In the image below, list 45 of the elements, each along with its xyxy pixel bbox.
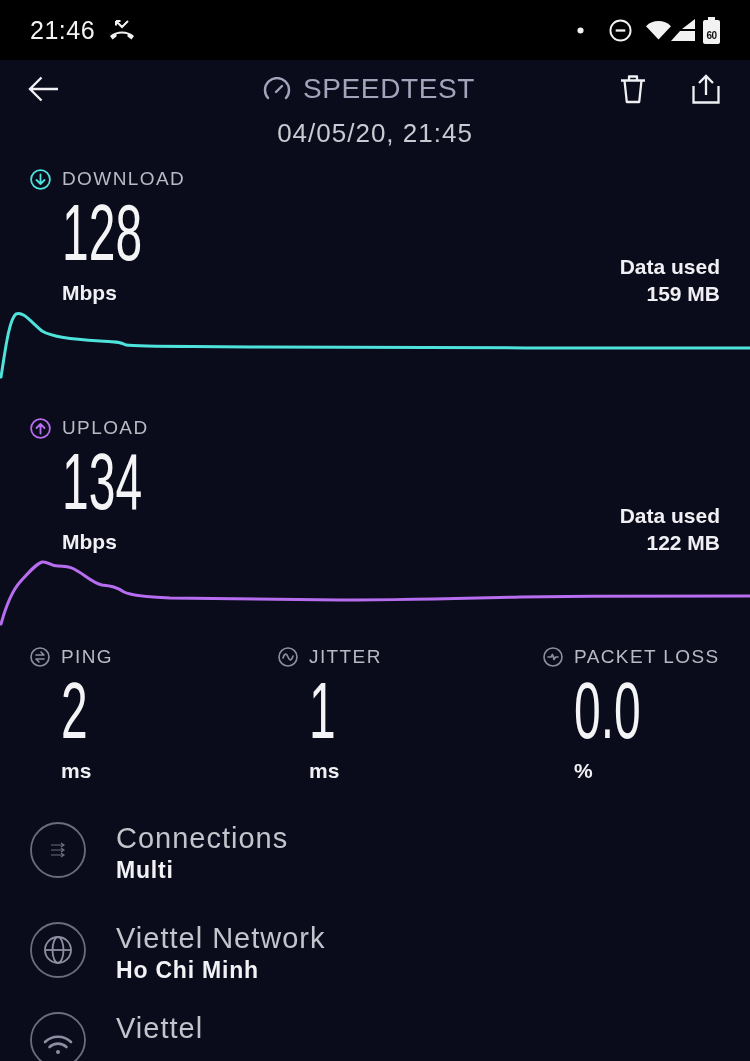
gauge-icon bbox=[263, 77, 292, 101]
back-arrow-icon bbox=[28, 76, 59, 102]
app-title: SPEEDTEST bbox=[303, 73, 475, 105]
swap-arrows-icon bbox=[30, 647, 50, 667]
speed-unit: Mbps bbox=[62, 280, 117, 306]
result-label: UPLOAD bbox=[62, 416, 149, 440]
detail-value: Multi bbox=[116, 856, 174, 885]
data-used-label: Data used bbox=[619, 503, 720, 529]
metric-label: JITTER bbox=[309, 645, 382, 669]
speed-value: 134 bbox=[62, 450, 143, 514]
speed-unit: Mbps bbox=[62, 529, 117, 555]
detail-title: Viettel Network bbox=[116, 921, 326, 955]
trash-icon bbox=[620, 74, 646, 104]
metric-label: PACKET LOSS bbox=[574, 645, 720, 669]
delete-button[interactable] bbox=[620, 74, 646, 104]
detail-title: Connections bbox=[116, 821, 289, 855]
test-date: 04/05/20, 21:45 bbox=[276, 118, 474, 148]
signal-icon bbox=[671, 19, 695, 41]
metric-value: 2 bbox=[61, 679, 88, 743]
result-label: DOWNLOAD bbox=[62, 167, 186, 191]
metric-unit: % bbox=[574, 758, 593, 784]
metric-unit: ms bbox=[61, 758, 92, 784]
metric-unit: ms bbox=[309, 758, 340, 784]
data-used-label: Data used bbox=[619, 254, 720, 280]
metric-value: 1 bbox=[309, 679, 336, 743]
detail-value: Ho Chi Minh bbox=[116, 956, 259, 985]
status-time: 21:46 bbox=[30, 15, 96, 45]
pulse-icon bbox=[543, 647, 563, 667]
globe-icon bbox=[30, 922, 86, 978]
back-button[interactable] bbox=[28, 76, 59, 102]
notification-dot-icon bbox=[577, 26, 584, 34]
phone-arrow-icon bbox=[109, 19, 136, 41]
arrows-circle-icon bbox=[30, 822, 86, 878]
speed-value: 128 bbox=[62, 201, 143, 265]
share-icon bbox=[692, 74, 720, 104]
detail-title: Viettel bbox=[116, 1011, 204, 1045]
share-button[interactable] bbox=[692, 74, 720, 104]
do-not-disturb-icon bbox=[609, 18, 632, 42]
battery-level-text: 60 bbox=[706, 29, 717, 41]
wifi-icon bbox=[646, 20, 671, 40]
wave-icon bbox=[278, 647, 298, 667]
data-used-value: 159 MB bbox=[646, 281, 720, 307]
metric-value: 0.0 bbox=[574, 679, 641, 743]
metric-label: PING bbox=[61, 645, 114, 669]
data-used-value: 122 MB bbox=[646, 530, 720, 556]
